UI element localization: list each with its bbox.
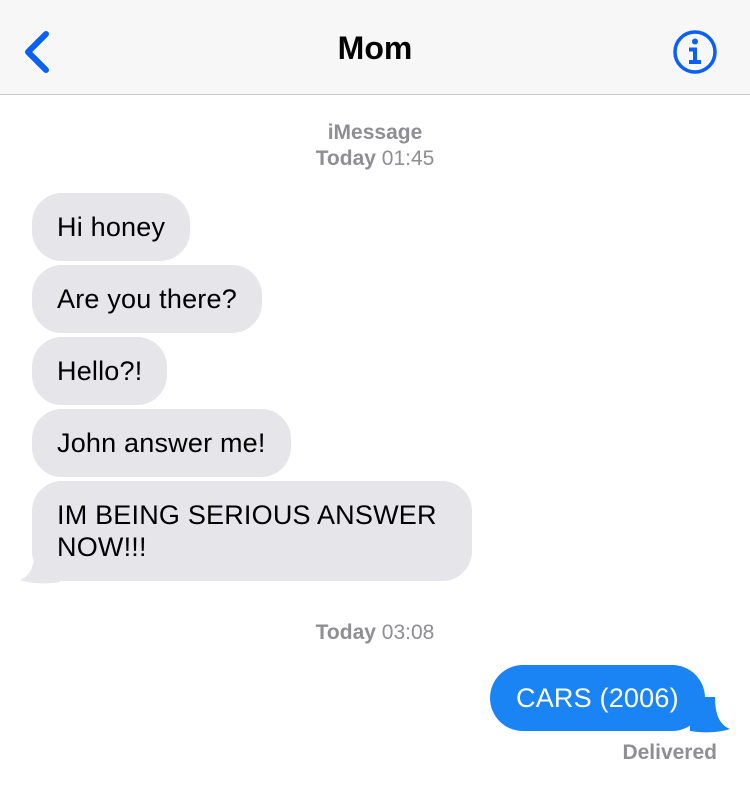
- incoming-message[interactable]: IM BEING SERIOUS ANSWER NOW!!!: [32, 481, 472, 581]
- timestamp-time: 03:08: [381, 621, 435, 644]
- incoming-message[interactable]: Hello?!: [32, 337, 168, 405]
- incoming-message[interactable]: Are you there?: [32, 265, 262, 333]
- incoming-message[interactable]: Hi honey: [32, 193, 191, 261]
- conversation-header-meta: iMessage Today 01:45: [0, 120, 750, 172]
- info-circle-icon[interactable]: [672, 29, 718, 75]
- contact-name[interactable]: Mom: [0, 30, 750, 67]
- timestamp-time: 01:45: [381, 147, 435, 170]
- timestamp-day: Today: [315, 147, 376, 170]
- timestamp-day: Today: [315, 621, 376, 644]
- delivery-status: Delivered: [622, 741, 717, 764]
- service-label: iMessage: [327, 121, 423, 144]
- timestamp-2: Today 03:08: [0, 620, 750, 646]
- outgoing-message[interactable]: CARS (2006): [490, 665, 705, 731]
- nav-bar: Mom: [0, 0, 750, 95]
- incoming-message[interactable]: John answer me!: [32, 409, 291, 477]
